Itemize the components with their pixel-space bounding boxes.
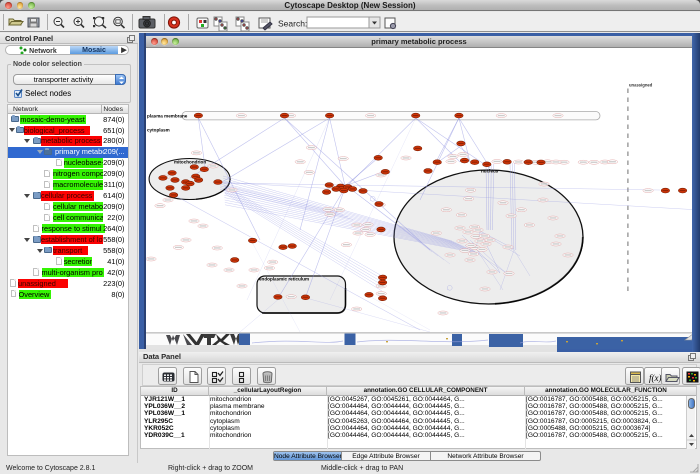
svg-text:unassigned: unassigned — [629, 83, 653, 88]
svg-text:mitochondrion: mitochondrion — [174, 160, 206, 165]
svg-text:f(x): f(x) — [649, 373, 662, 383]
svg-text:endoplasmic reticulum: endoplasmic reticulum — [259, 277, 309, 282]
svg-text:Search:: Search: — [278, 19, 307, 29]
svg-text:plasma membrane: plasma membrane — [147, 114, 188, 119]
svg-text:nucleus: nucleus — [481, 169, 499, 174]
svg-text:cytoplasm: cytoplasm — [147, 128, 170, 133]
